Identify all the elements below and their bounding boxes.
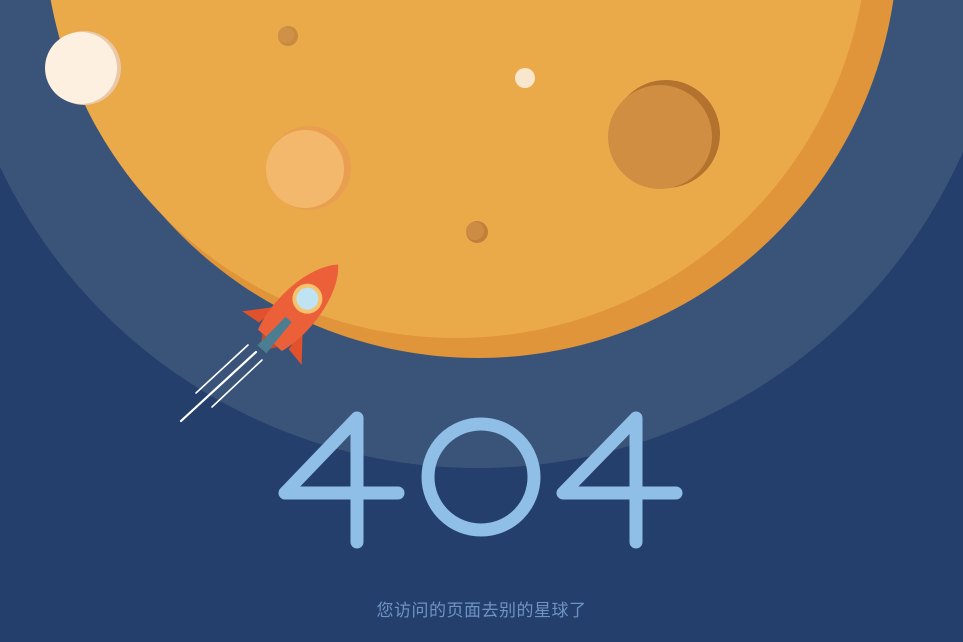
digit-four-left <box>278 411 405 549</box>
error-message: 您访问的页面去别的星球了 <box>376 601 587 621</box>
error-code: 404 <box>278 411 683 549</box>
digit-zero <box>421 417 541 537</box>
error-page: 404 您访问的页面去别的星球了 <box>0 0 963 642</box>
digit-four-right <box>556 411 683 549</box>
